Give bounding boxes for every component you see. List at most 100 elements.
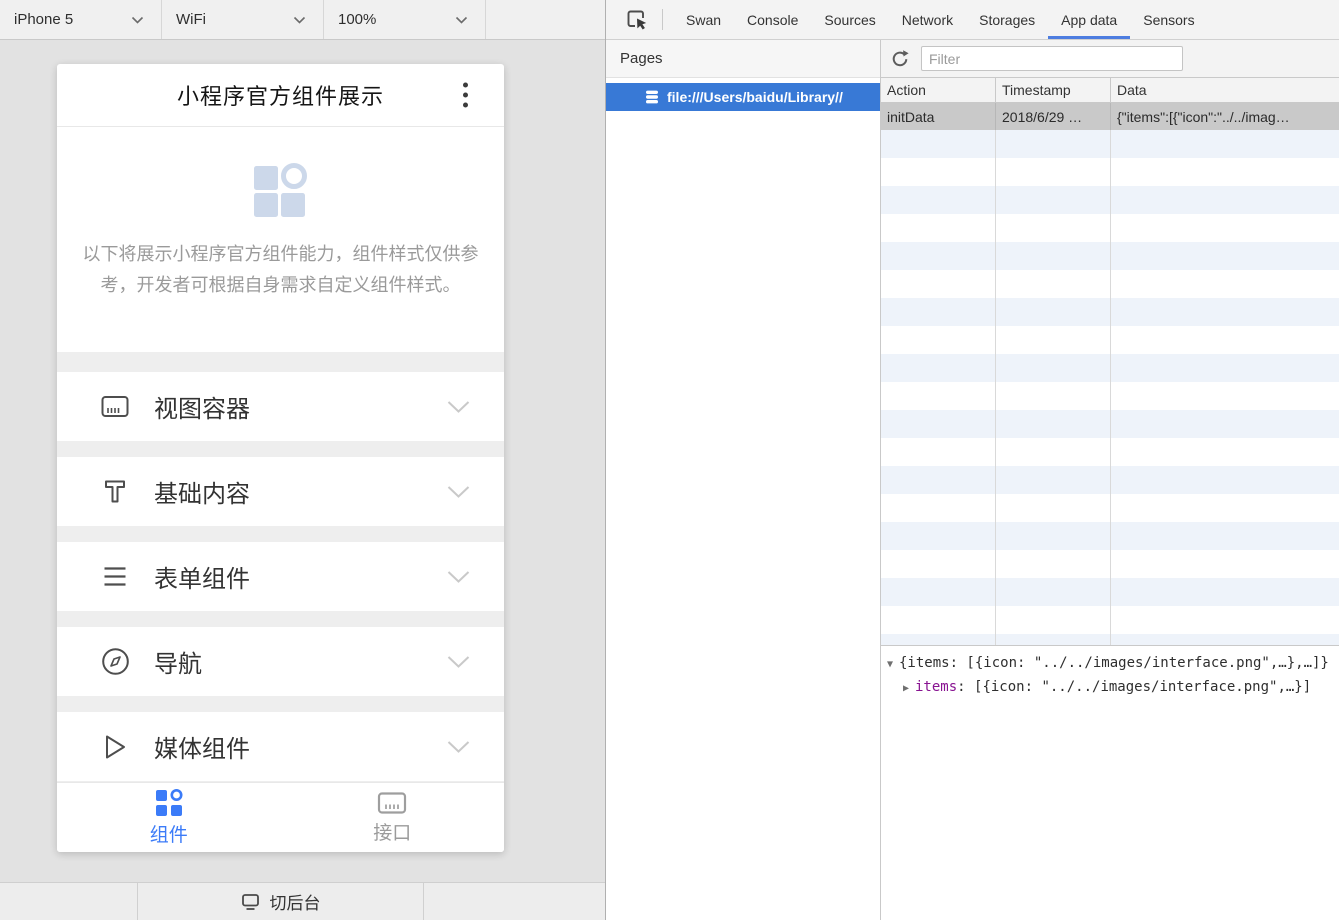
appdata-empty-cell	[881, 186, 996, 214]
chevron-down-icon	[447, 740, 470, 753]
appdata-empty-row[interactable]	[881, 578, 1339, 606]
appdata-empty-cell	[996, 130, 1111, 158]
chevron-down-icon	[293, 16, 306, 24]
inspect-element-icon[interactable]	[622, 0, 652, 39]
tab-components[interactable]: 组件	[57, 783, 281, 852]
column-header-action[interactable]: Action	[881, 78, 996, 102]
section-row-navigation[interactable]: 导航	[57, 627, 504, 696]
view-container-icon	[100, 395, 130, 418]
appdata-empty-cell	[996, 158, 1111, 186]
appdata-empty-cell	[1111, 578, 1339, 606]
text-icon	[100, 478, 130, 505]
switch-background-button[interactable]: 切后台	[138, 883, 424, 920]
refresh-icon[interactable]	[889, 48, 911, 70]
pages-sidebar: Pages file:///Users/baidu/Library//	[606, 40, 881, 920]
kebab-menu-icon[interactable]	[463, 83, 468, 108]
appdata-row-initdata[interactable]: initData 2018/6/29 … {"items":[{"icon":"…	[881, 103, 1339, 130]
object-preview-tree: ▼{items: [{icon: "../../images/interface…	[881, 645, 1339, 920]
appdata-empty-row[interactable]	[881, 326, 1339, 354]
appdata-empty-row[interactable]	[881, 186, 1339, 214]
appdata-empty-row[interactable]	[881, 550, 1339, 578]
section-row-form-components[interactable]: 表单组件	[57, 542, 504, 611]
device-select-value: iPhone 5	[14, 11, 73, 28]
appdata-empty-cell	[996, 214, 1111, 242]
appdata-empty-cell	[1111, 158, 1339, 186]
appdata-empty-cell	[1111, 522, 1339, 550]
appdata-empty-cell	[881, 130, 996, 158]
appdata-empty-cell	[1111, 242, 1339, 270]
appdata-empty-cell	[996, 634, 1111, 645]
appdata-empty-row[interactable]	[881, 522, 1339, 550]
devtools-tab-sensors[interactable]: Sensors	[1130, 0, 1207, 39]
devtools-tab-network[interactable]: Network	[889, 0, 966, 39]
toolbar-spacer	[486, 0, 605, 39]
appdata-empty-row[interactable]	[881, 158, 1339, 186]
appdata-empty-row[interactable]	[881, 382, 1339, 410]
devtools-tab-console[interactable]: Console	[734, 0, 811, 39]
appdata-empty-cell	[881, 410, 996, 438]
appdata-empty-row[interactable]	[881, 214, 1339, 242]
appdata-empty-cell	[1111, 130, 1339, 158]
appdata-empty-cell	[881, 270, 996, 298]
devtools-tab-sources[interactable]: Sources	[811, 0, 888, 39]
appdata-empty-row[interactable]	[881, 634, 1339, 645]
hero-section: 以下将展示小程序官方组件能力，组件样式仅供参考，开发者可根据自身需求自定义组件样…	[57, 127, 504, 352]
hero-description: 以下将展示小程序官方组件能力，组件样式仅供参考，开发者可根据自身需求自定义组件样…	[80, 239, 482, 301]
appdata-empty-row[interactable]	[881, 242, 1339, 270]
appdata-empty-row[interactable]	[881, 130, 1339, 158]
appdata-empty-cell	[1111, 382, 1339, 410]
expander-open-icon[interactable]: ▼	[887, 654, 899, 676]
phone-tab-bar: 组件 接口	[57, 782, 504, 852]
simulator-stage: 小程序官方组件展示 以下将展示小程序官方组件能力，组件样式仅供参考，开发者可根据…	[0, 40, 605, 882]
device-select[interactable]: iPhone 5	[0, 0, 162, 39]
network-select[interactable]: WiFi	[162, 0, 324, 39]
appdata-empty-cell	[881, 578, 996, 606]
section-row-media-components[interactable]: 媒体组件	[57, 712, 504, 781]
appdata-empty-cell	[881, 438, 996, 466]
devtools-tab-storages[interactable]: Storages	[966, 0, 1048, 39]
appdata-toolbar	[881, 40, 1339, 78]
appdata-empty-row[interactable]	[881, 606, 1339, 634]
appdata-empty-cell	[881, 354, 996, 382]
page-item-selected[interactable]: file:///Users/baidu/Library//	[606, 83, 880, 111]
chevron-down-icon	[447, 400, 470, 413]
appdata-empty-row[interactable]	[881, 438, 1339, 466]
appdata-empty-row[interactable]	[881, 410, 1339, 438]
appdata-empty-cell	[996, 242, 1111, 270]
appdata-empty-row[interactable]	[881, 270, 1339, 298]
component-section-list: 视图容器 基础内容	[57, 352, 504, 782]
appdata-empty-row[interactable]	[881, 466, 1339, 494]
zoom-select[interactable]: 100%	[324, 0, 486, 39]
appdata-empty-cell	[996, 522, 1111, 550]
phone-screen: 小程序官方组件展示 以下将展示小程序官方组件能力，组件样式仅供参考，开发者可根据…	[57, 64, 504, 852]
appdata-panel: Action Timestamp Data initData 2018/6/29…	[881, 40, 1339, 920]
section-label: 表单组件	[154, 559, 250, 594]
expander-closed-icon[interactable]: ▶	[903, 678, 915, 700]
pages-header: Pages	[606, 40, 880, 78]
tab-api[interactable]: 接口	[281, 783, 505, 852]
appdata-empty-cell	[996, 270, 1111, 298]
section-row-basic-content[interactable]: 基础内容	[57, 457, 504, 526]
section-row-view-container[interactable]: 视图容器	[57, 372, 504, 441]
section-label: 基础内容	[154, 474, 250, 509]
appdata-empty-cell	[1111, 466, 1339, 494]
devtools-tab-app-data[interactable]: App data	[1048, 0, 1130, 39]
devtools-panel: Swan Console Sources Network Storages Ap…	[605, 0, 1339, 920]
chevron-down-icon	[447, 570, 470, 583]
column-header-timestamp[interactable]: Timestamp	[996, 78, 1111, 102]
zoom-select-value: 100%	[338, 11, 376, 28]
column-header-data[interactable]: Data	[1111, 78, 1339, 102]
chevron-down-icon	[447, 655, 470, 668]
devtools-tab-swan[interactable]: Swan	[673, 0, 734, 39]
appdata-empty-cell	[1111, 186, 1339, 214]
appdata-empty-cell	[881, 634, 996, 645]
appdata-empty-cell	[881, 522, 996, 550]
filter-input[interactable]	[921, 46, 1183, 71]
bottom-bar-left-section	[0, 883, 138, 920]
switch-background-label: 切后台	[270, 889, 321, 914]
simulator-bottom-bar: 切后台	[0, 882, 605, 920]
appdata-empty-row[interactable]	[881, 298, 1339, 326]
appdata-empty-row[interactable]	[881, 354, 1339, 382]
appdata-empty-row[interactable]	[881, 494, 1339, 522]
appdata-empty-cell	[881, 606, 996, 634]
